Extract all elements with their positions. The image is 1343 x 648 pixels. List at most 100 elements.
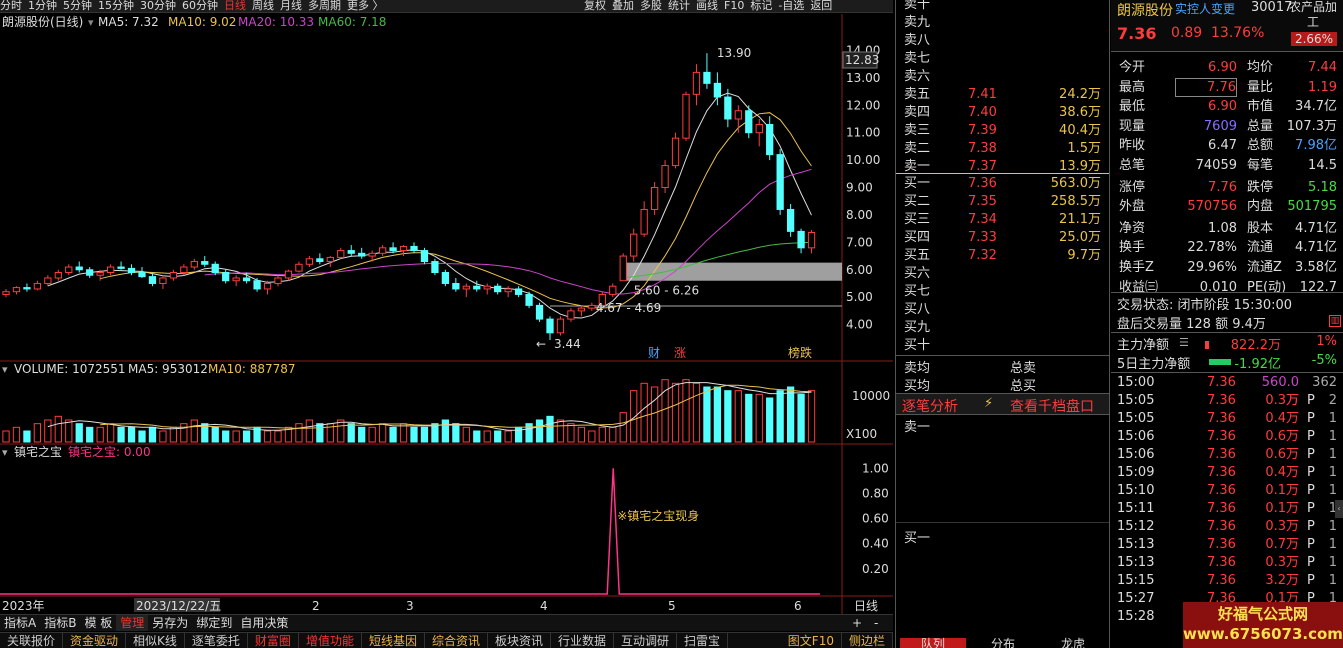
- buy-level[interactable]: 买三 7.34 21.1万: [896, 211, 1109, 229]
- plus-icon[interactable]: +: [848, 615, 866, 631]
- info-tab-right-0[interactable]: 图文F10: [781, 633, 842, 648]
- indicator-tool-6[interactable]: 自用决策: [236, 615, 292, 631]
- quote-value: 74059: [1195, 158, 1237, 173]
- chart-icon[interactable]: ▥: [1329, 315, 1341, 327]
- info-tab-0[interactable]: 关联报价: [0, 633, 64, 648]
- tick-side: P: [1307, 447, 1315, 462]
- scroll-arrow-icon[interactable]: ‹: [1335, 500, 1343, 518]
- indicator-tool-4[interactable]: 另存为: [148, 615, 192, 631]
- volume-bar: [2, 430, 10, 443]
- bottom-tab-1[interactable]: 分布: [970, 638, 1036, 648]
- last-price: 7.36: [1117, 24, 1157, 43]
- period-tab-9[interactable]: 多周期: [308, 0, 341, 12]
- event-marker-2[interactable]: 榜跌: [788, 345, 812, 360]
- indicator-tool-0[interactable]: 指标A: [0, 615, 40, 631]
- info-tab-3[interactable]: 逐笔委托: [185, 633, 248, 648]
- indicator-tool-2[interactable]: 模 板: [80, 615, 116, 631]
- period-tab-0[interactable]: 分时: [0, 0, 22, 12]
- indicator-tool-1[interactable]: 指标B: [40, 615, 80, 631]
- quote-key: 现量: [1119, 118, 1146, 134]
- info-tab-11[interactable]: 扫雷宝: [677, 633, 729, 648]
- sell-level[interactable]: 卖七: [896, 50, 1109, 68]
- price-tick-label: 8.00: [846, 208, 873, 222]
- event-marker-0[interactable]: 财: [648, 346, 660, 360]
- candle: [514, 286, 523, 298]
- sell-level[interactable]: 卖九: [896, 14, 1109, 32]
- toolbar-right-item-2[interactable]: 多股: [640, 0, 662, 12]
- info-tab-5[interactable]: 增值功能: [299, 633, 362, 648]
- tick-volume: 0.1万: [1265, 483, 1299, 498]
- toolbar-right-item-5[interactable]: F10: [724, 0, 744, 12]
- indicator-tool-3[interactable]: 管理: [116, 615, 149, 631]
- buy-level[interactable]: 买一 7.36 563.0万: [896, 175, 1109, 193]
- period-tab-2[interactable]: 5分钟: [63, 0, 92, 12]
- ma-toggle-icon[interactable]: ▾: [88, 16, 94, 29]
- info-tab-8[interactable]: 板块资讯: [488, 633, 551, 648]
- buy-level[interactable]: 买七: [896, 283, 1109, 301]
- candle: [766, 116, 774, 161]
- price-tick-label: 10.00: [846, 153, 880, 167]
- indicator-tool-5[interactable]: 绑定到: [192, 615, 236, 631]
- period-tab-8[interactable]: 月线: [280, 0, 302, 12]
- sell-level[interactable]: 卖五 7.41 24.2万: [896, 86, 1109, 104]
- buy-level[interactable]: 买六: [896, 265, 1109, 283]
- period-tab-5[interactable]: 60分钟: [182, 0, 218, 12]
- event-marker-1[interactable]: 涨: [674, 345, 686, 360]
- tab-detail-analysis[interactable]: 逐笔分析: [902, 396, 958, 416]
- buy-level[interactable]: 买九: [896, 319, 1109, 337]
- info-tab-1[interactable]: 资金驱动: [63, 633, 127, 648]
- sell-level[interactable]: 卖十: [896, 0, 1109, 14]
- toolbar-right-item-4[interactable]: 画线: [696, 0, 718, 12]
- list-icon[interactable]: ☰: [1179, 336, 1189, 349]
- indicator-toggle-icon[interactable]: ▾: [2, 446, 8, 459]
- minus-icon[interactable]: -: [870, 615, 882, 631]
- info-tab-6[interactable]: 短线基因: [362, 633, 425, 648]
- candle: [169, 269, 178, 281]
- bottom-tab-2[interactable]: 龙虎: [1040, 638, 1106, 648]
- info-tab-2[interactable]: 相似K线: [126, 633, 185, 648]
- volume-bar: [96, 426, 104, 443]
- period-tab-7[interactable]: 周线: [252, 0, 274, 12]
- info-tab-4[interactable]: 财富圈: [248, 633, 299, 648]
- period-tab-3[interactable]: 15分钟: [98, 0, 134, 12]
- toolbar-right-item-3[interactable]: 统计: [668, 0, 690, 12]
- sell-level[interactable]: 卖六: [896, 68, 1109, 86]
- flow5-label: 5日主力净额: [1117, 357, 1191, 372]
- date-tick-label: 2: [312, 599, 320, 613]
- toolbar-right-item-8[interactable]: 返回: [810, 0, 832, 12]
- stock-tag[interactable]: 实控人变更: [1175, 0, 1235, 17]
- level-price: 7.33: [968, 230, 997, 245]
- period-tab-6[interactable]: 日线: [224, 0, 246, 12]
- period-tab-10[interactable]: 更多 〉: [347, 0, 384, 12]
- buy-level[interactable]: 买五 7.32 9.7万: [896, 247, 1109, 265]
- info-tab-right-1[interactable]: 侧边栏: [842, 633, 893, 648]
- tick-time: 15:09: [1117, 465, 1155, 480]
- tick-side: P: [1307, 555, 1315, 570]
- info-tab-10[interactable]: 互动调研: [614, 633, 678, 648]
- tick-volume: 0.6万: [1265, 429, 1299, 444]
- industry-label[interactable]: 农产品加工: [1289, 0, 1337, 30]
- tab-queue-view[interactable]: 查看千档盘口: [1010, 396, 1094, 416]
- period-tab-1[interactable]: 1分钟: [28, 0, 57, 12]
- buy-level[interactable]: 买十: [896, 337, 1109, 355]
- toolbar-right-item-1[interactable]: 叠加: [612, 0, 634, 12]
- level-name: 卖四: [904, 105, 931, 120]
- toolbar-right-item-6[interactable]: 标记: [750, 0, 772, 12]
- volume-bar: [745, 393, 753, 443]
- sell-level[interactable]: 卖三 7.39 40.4万: [896, 122, 1109, 140]
- sell-level[interactable]: 卖八: [896, 32, 1109, 50]
- sell-level[interactable]: 卖二 7.38 1.5万: [896, 140, 1109, 158]
- info-tab-7[interactable]: 综合资讯: [425, 633, 488, 648]
- bottom-tab-0[interactable]: 队列: [900, 638, 966, 648]
- kline-chart[interactable]: 朗源股份(日线) ▾ MA5: 7.32 MA10: 9.02 MA20: 10.33 M…: [0, 14, 893, 614]
- period-tab-4[interactable]: 30分钟: [140, 0, 176, 12]
- info-tab-9[interactable]: 行业数据: [551, 633, 615, 648]
- buy-level[interactable]: 买二 7.35 258.5万: [896, 193, 1109, 211]
- volume-toggle-icon[interactable]: ▾: [2, 363, 8, 376]
- toolbar-right-item-0[interactable]: 复权: [584, 0, 606, 12]
- sell-level[interactable]: 卖四 7.40 38.6万: [896, 104, 1109, 122]
- candle: [2, 288, 10, 298]
- buy-level[interactable]: 买八: [896, 301, 1109, 319]
- toolbar-right-item-7[interactable]: -自选: [778, 0, 804, 12]
- buy-level[interactable]: 买四 7.33 25.0万: [896, 229, 1109, 247]
